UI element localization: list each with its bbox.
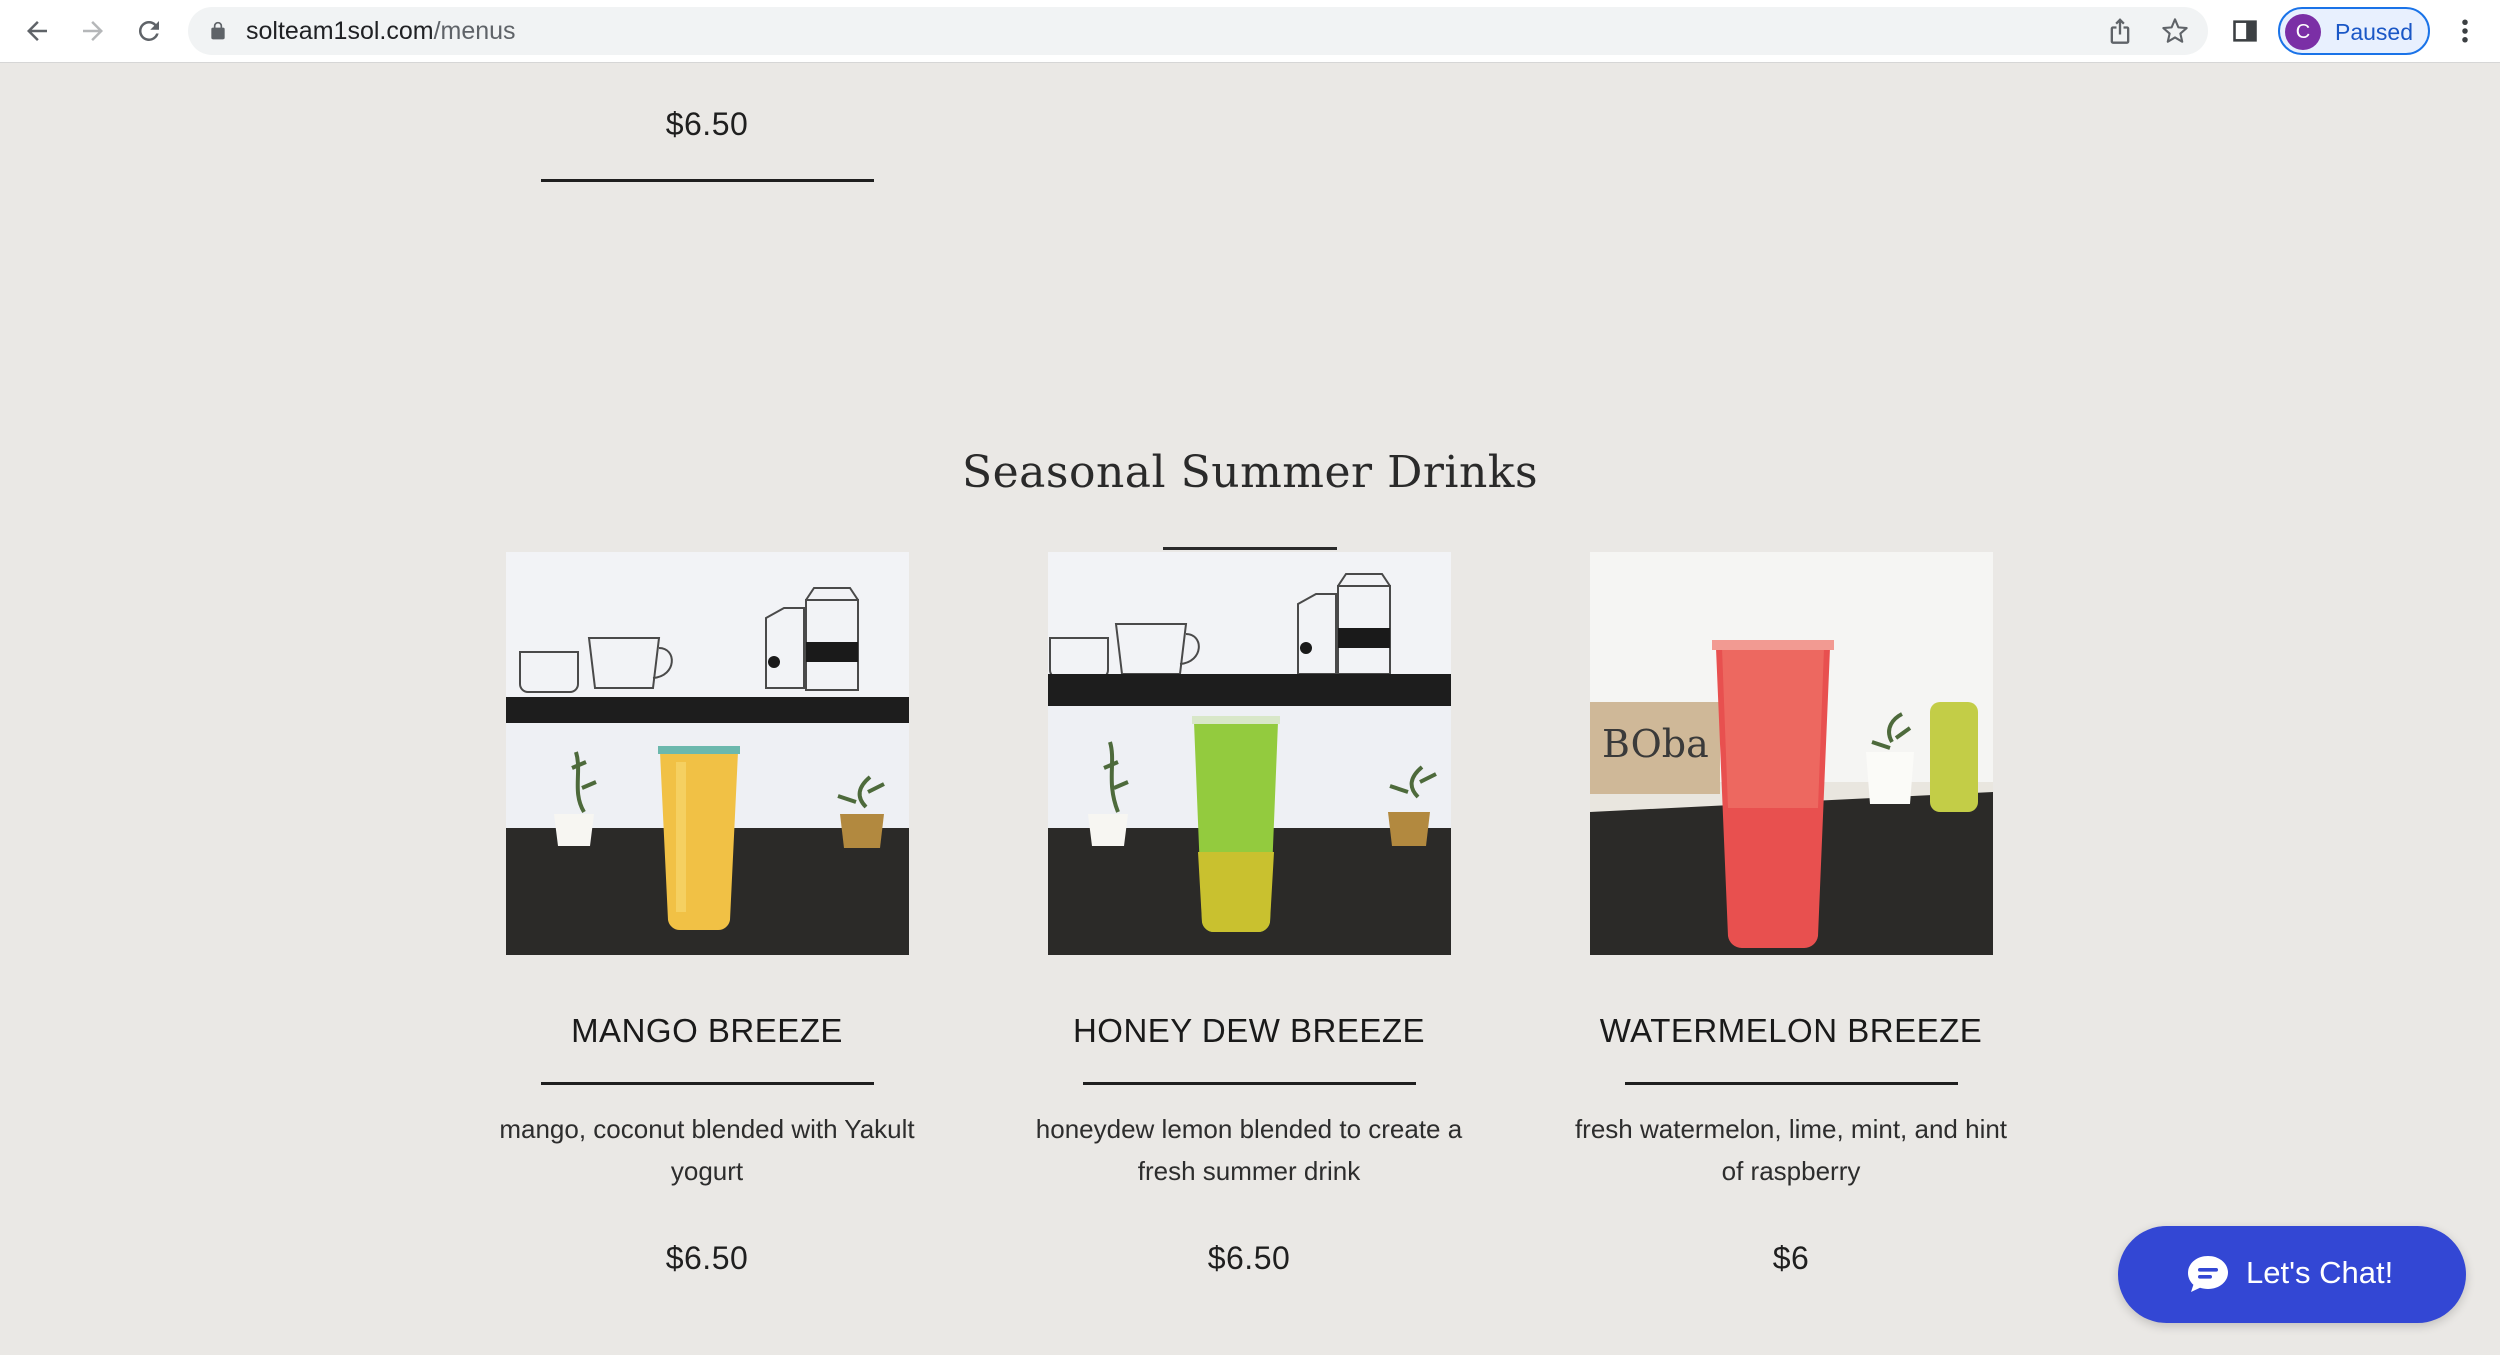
browser-toolbar: solteam1sol.com/menus C Paused bbox=[0, 0, 2500, 63]
side-panel-button[interactable] bbox=[2228, 14, 2262, 48]
top-item-divider bbox=[541, 179, 874, 182]
forward-arrow-icon bbox=[83, 21, 103, 41]
lock-icon bbox=[211, 21, 225, 40]
product-image-honeydew[interactable] bbox=[1048, 552, 1451, 955]
top-item-price: $6.50 bbox=[665, 106, 749, 142]
share-button[interactable] bbox=[2105, 16, 2135, 46]
reload-button[interactable] bbox=[128, 10, 170, 52]
forward-button[interactable] bbox=[72, 10, 114, 52]
product-divider-mango bbox=[541, 1082, 874, 1085]
product-name-honeydew: HONEY DEW BREEZE bbox=[1072, 1012, 1426, 1049]
svg-text:BOba: BOba bbox=[1602, 722, 1709, 766]
back-arrow-icon bbox=[27, 21, 47, 41]
side-panel-icon bbox=[2233, 20, 2257, 42]
star-icon bbox=[2162, 18, 2188, 43]
product-description-mango: mango, coconut blended with Yakult yogur… bbox=[499, 1114, 915, 1186]
product-description-honeydew: honeydew lemon blended to create a fresh… bbox=[1035, 1114, 1463, 1186]
reload-icon bbox=[138, 20, 159, 41]
product-image-watermelon[interactable]: BOba bbox=[1590, 552, 1993, 955]
watermelon-drink-photo: BOba bbox=[1590, 552, 1993, 955]
browser-menu-button[interactable] bbox=[2448, 14, 2482, 48]
product-name-watermelon: WATERMELON BREEZE bbox=[1599, 1012, 1983, 1049]
avatar: C bbox=[2285, 14, 2321, 50]
profile-status: Paused bbox=[2335, 19, 2414, 45]
profile-button[interactable]: C Paused bbox=[2278, 7, 2430, 55]
bookmark-button[interactable] bbox=[2160, 16, 2190, 46]
url-path: /menus bbox=[433, 17, 516, 45]
chat-button[interactable]: Let's Chat! bbox=[2118, 1226, 2466, 1323]
product-divider-watermelon bbox=[1625, 1082, 1958, 1085]
product-price-watermelon: $6 bbox=[1772, 1240, 1810, 1276]
mango-drink-photo bbox=[506, 552, 909, 955]
url-text: solteam1sol.com/menus bbox=[246, 18, 516, 44]
url-host: solteam1sol.com bbox=[246, 17, 434, 45]
section-title: Seasonal Summer Drinks bbox=[961, 447, 1539, 498]
honeydew-drink-photo bbox=[1048, 552, 1451, 955]
address-bar[interactable]: solteam1sol.com/menus bbox=[188, 7, 2208, 55]
chat-bubble-icon bbox=[2188, 1256, 2228, 1292]
product-image-mango[interactable] bbox=[506, 552, 909, 955]
back-button[interactable] bbox=[16, 10, 58, 52]
section-title-underline bbox=[1163, 547, 1337, 550]
product-description-watermelon: fresh watermelon, lime, mint, and hint o… bbox=[1574, 1114, 2008, 1186]
product-price-mango: $6.50 bbox=[665, 1240, 749, 1276]
product-divider-honeydew bbox=[1083, 1082, 1416, 1085]
product-price-honeydew: $6.50 bbox=[1207, 1240, 1291, 1276]
kebab-menu-icon bbox=[2462, 19, 2468, 43]
product-name-mango: MANGO BREEZE bbox=[571, 1012, 843, 1049]
share-icon bbox=[2110, 18, 2130, 44]
chat-label: Let's Chat! bbox=[2246, 1255, 2394, 1290]
